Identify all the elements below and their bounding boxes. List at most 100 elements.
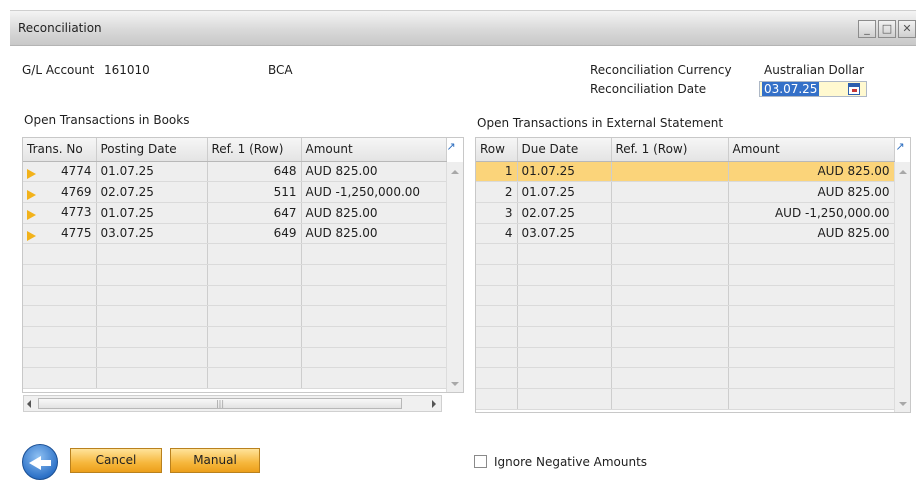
books-row[interactable]: 4773 01.07.25 647 AUD 825.00 — [23, 202, 447, 224]
statement-vertical-scrollbar[interactable] — [894, 162, 910, 412]
scroll-thumb[interactable]: ||| — [38, 398, 402, 409]
books-ref: 648 — [207, 161, 302, 183]
books-amount: AUD 825.00 — [301, 161, 447, 183]
empty-row — [476, 388, 895, 410]
books-amount: AUD 825.00 — [301, 223, 447, 245]
empty-row — [23, 367, 447, 390]
reconciliation-date-field[interactable]: 03.07.25 — [759, 81, 867, 97]
statement-ref — [611, 223, 729, 245]
books-row[interactable]: 4774 01.07.25 648 AUD 825.00 — [23, 161, 447, 183]
books-amount: AUD -1,250,000.00 — [301, 181, 447, 203]
statement-due-date: 02.07.25 — [517, 202, 612, 224]
books-posting-date: 02.07.25 — [96, 181, 208, 203]
statement-ref — [611, 161, 729, 183]
empty-row — [23, 305, 447, 327]
empty-row — [476, 326, 895, 348]
statement-amount: AUD -1,250,000.00 — [728, 202, 895, 224]
scroll-down-icon[interactable] — [899, 402, 907, 406]
cancel-button[interactable]: Cancel — [70, 448, 162, 473]
statement-expand-icon[interactable]: ↗ — [893, 140, 907, 154]
gl-account-name: BCA — [268, 63, 293, 77]
maximize-button[interactable]: □ — [878, 20, 896, 38]
books-col-trans-no[interactable]: Trans. No — [23, 138, 97, 162]
empty-row — [23, 347, 447, 369]
statement-due-date: 01.07.25 — [517, 161, 612, 183]
scroll-right-icon[interactable] — [432, 400, 436, 408]
books-posting-date: 01.07.25 — [96, 202, 208, 224]
books-row[interactable]: 4775 03.07.25 649 AUD 825.00 — [23, 223, 447, 245]
books-row[interactable]: 4769 02.07.25 511 AUD -1,250,000.00 — [23, 181, 447, 203]
empty-row — [476, 243, 895, 265]
empty-row — [476, 367, 895, 390]
books-expand-icon[interactable]: ↗ — [444, 140, 458, 154]
empty-row — [476, 285, 895, 307]
statement-row[interactable]: 2 01.07.25 AUD 825.00 — [476, 181, 895, 203]
gl-account-value: 161010 — [104, 63, 150, 77]
books-trans-no: 4775 — [60, 225, 92, 240]
link-arrow-icon[interactable] — [27, 230, 36, 241]
scroll-up-icon[interactable] — [451, 170, 459, 174]
ignore-negative-label[interactable]: Ignore Negative Amounts — [494, 455, 647, 469]
books-grid[interactable]: Trans. No Posting Date Ref. 1 (Row) Amou… — [22, 137, 464, 393]
books-posting-date: 01.07.25 — [96, 161, 208, 183]
scroll-down-icon[interactable] — [451, 382, 459, 386]
statement-amount: AUD 825.00 — [728, 181, 895, 203]
window-titlebar[interactable]: Reconciliation _ □ ✕ — [10, 10, 916, 46]
minimize-button[interactable]: _ — [858, 20, 876, 38]
books-amount: AUD 825.00 — [301, 202, 447, 224]
reconciliation-date-label: Reconciliation Date — [590, 82, 707, 96]
close-button[interactable]: ✕ — [898, 20, 916, 38]
empty-row — [23, 326, 447, 348]
books-trans-no: 4769 — [60, 184, 92, 199]
statement-grid[interactable]: Row Due Date Ref. 1 (Row) Amount 1 01.07… — [475, 137, 911, 413]
empty-row — [476, 264, 895, 286]
statement-row-number: 1 — [476, 161, 518, 183]
books-section-title: Open Transactions in Books — [24, 113, 190, 127]
books-ref: 511 — [207, 181, 302, 203]
ignore-negative-checkbox[interactable] — [474, 455, 487, 468]
books-col-posting-date[interactable]: Posting Date — [96, 138, 208, 162]
empty-row — [23, 264, 447, 286]
books-col-amount[interactable]: Amount — [301, 138, 447, 162]
empty-row — [476, 305, 895, 327]
statement-row-number: 4 — [476, 223, 518, 245]
empty-row — [476, 347, 895, 369]
statement-amount: AUD 825.00 — [728, 223, 895, 245]
gl-account-label: G/L Account — [22, 63, 95, 77]
calendar-icon[interactable] — [848, 83, 860, 95]
books-vertical-scrollbar[interactable] — [446, 162, 463, 392]
statement-row[interactable]: 4 03.07.25 AUD 825.00 — [476, 223, 895, 245]
statement-row-number: 2 — [476, 181, 518, 203]
books-trans-no: 4773 — [60, 205, 92, 220]
statement-col-due-date[interactable]: Due Date — [517, 138, 612, 162]
statement-col-amount[interactable]: Amount — [728, 138, 895, 162]
scroll-up-icon[interactable] — [899, 170, 907, 174]
books-trans-no: 4774 — [60, 163, 92, 178]
empty-row — [23, 243, 447, 265]
link-arrow-icon[interactable] — [27, 189, 36, 200]
statement-row-number: 3 — [476, 202, 518, 224]
link-arrow-icon[interactable] — [27, 168, 36, 179]
statement-due-date: 01.07.25 — [517, 181, 612, 203]
back-button[interactable] — [22, 444, 58, 480]
scroll-left-icon[interactable] — [27, 400, 31, 408]
window-title: Reconciliation — [18, 21, 102, 35]
window-controls: _ □ ✕ — [856, 20, 916, 38]
books-ref: 647 — [207, 202, 302, 224]
books-horizontal-scrollbar[interactable]: ||| — [23, 395, 442, 412]
statement-amount: AUD 825.00 — [728, 161, 895, 183]
statement-row[interactable]: 3 02.07.25 AUD -1,250,000.00 — [476, 202, 895, 224]
empty-row — [23, 285, 447, 307]
statement-col-row[interactable]: Row — [476, 138, 518, 162]
reconciliation-date-value: 03.07.25 — [762, 82, 820, 96]
statement-row-selected[interactable]: 1 01.07.25 AUD 825.00 — [476, 161, 895, 183]
statement-col-ref[interactable]: Ref. 1 (Row) — [611, 138, 729, 162]
statement-section-title: Open Transactions in External Statement — [477, 116, 724, 130]
books-col-ref[interactable]: Ref. 1 (Row) — [207, 138, 302, 162]
statement-due-date: 03.07.25 — [517, 223, 612, 245]
manual-button[interactable]: Manual — [170, 448, 260, 473]
books-ref: 649 — [207, 223, 302, 245]
link-arrow-icon[interactable] — [27, 210, 36, 221]
statement-ref — [611, 181, 729, 203]
reconciliation-currency-label: Reconciliation Currency — [590, 63, 732, 77]
